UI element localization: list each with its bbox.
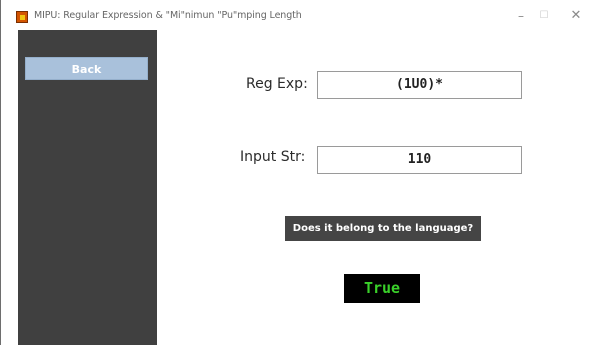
check-membership-button[interactable]: Does it belong to the language? (285, 216, 481, 241)
maximize-icon[interactable]: ☐ (534, 7, 554, 25)
sidebar: Back (18, 30, 157, 345)
input-str-input[interactable]: 110 (317, 146, 522, 174)
app-icon (16, 11, 28, 23)
result-display: True (344, 274, 420, 303)
close-icon[interactable]: ✕ (566, 7, 586, 25)
window-title: MIPU: Regular Expression & "Mi"nimun "Pu… (34, 10, 302, 21)
input-str-label: Input Str: (240, 149, 306, 165)
app-window: MIPU: Regular Expression & "Mi"nimun "Pu… (0, 0, 592, 345)
back-button[interactable]: Back (25, 57, 148, 80)
reg-exp-label: Reg Exp: (246, 76, 308, 92)
title-bar[interactable]: MIPU: Regular Expression & "Mi"nimun "Pu… (1, 0, 592, 30)
minimize-icon[interactable]: – (511, 7, 531, 25)
reg-exp-input[interactable]: (1U0)* (317, 71, 522, 99)
